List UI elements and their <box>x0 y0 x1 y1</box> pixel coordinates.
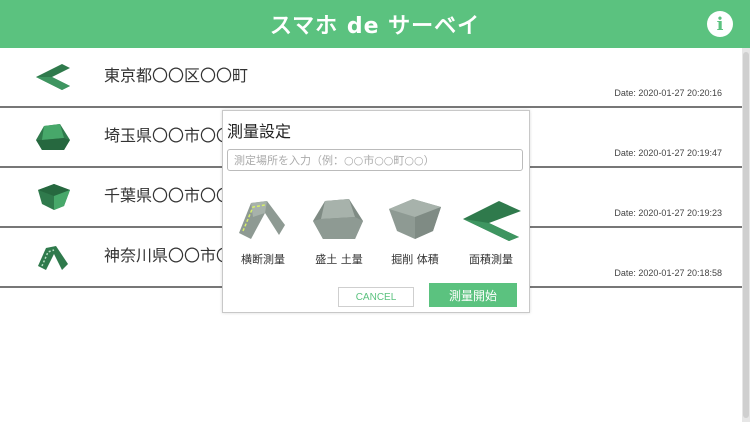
area-survey-icon <box>36 64 70 90</box>
app-title: スマホ de サーベイ <box>269 14 481 39</box>
start-survey-button[interactable]: 測量開始 <box>429 283 517 307</box>
option-label: 横断測量 <box>241 253 285 266</box>
option-area-survey[interactable]: 面積測量 <box>455 195 527 275</box>
scrollbar-thumb[interactable] <box>743 52 749 418</box>
scrollbar[interactable] <box>742 48 750 422</box>
cross-section-icon <box>38 246 68 270</box>
info-icon-glyph: i <box>716 13 724 35</box>
embankment-icon <box>36 124 70 150</box>
dialog-title: 測量設定 <box>227 122 292 141</box>
option-label: 掘削 体積 <box>391 253 439 266</box>
info-icon[interactable]: i <box>707 11 733 37</box>
survey-date: Date: 2020-01-27 20:18:58 <box>614 268 722 278</box>
embankment-icon <box>313 199 363 239</box>
survey-date: Date: 2020-01-27 20:19:23 <box>614 208 722 218</box>
list-item[interactable]: 東京都〇〇区〇〇町 Date: 2020-01-27 20:20:16 <box>0 48 742 108</box>
location-input[interactable] <box>227 149 523 171</box>
excavation-icon <box>38 184 70 210</box>
option-label: 盛土 土量 <box>315 253 363 266</box>
cross-section-icon <box>239 201 285 239</box>
option-excavation[interactable]: 掘削 体積 <box>379 195 451 275</box>
app-header: スマホ de サーベイ i <box>0 0 750 48</box>
excavation-icon <box>389 199 441 239</box>
survey-title: 東京都〇〇区〇〇町 <box>104 66 249 85</box>
cancel-button[interactable]: CANCEL <box>338 287 414 307</box>
option-cross-section[interactable]: 横断測量 <box>227 195 299 275</box>
survey-date: Date: 2020-01-27 20:20:16 <box>614 88 722 98</box>
survey-settings-dialog: 測量設定 横断測量 盛土 土量 掘削 体積 面積測量 CANCEL <box>222 110 530 313</box>
option-embankment[interactable]: 盛土 土量 <box>303 195 375 275</box>
option-label: 面積測量 <box>469 253 513 266</box>
survey-date: Date: 2020-01-27 20:19:47 <box>614 148 722 158</box>
area-survey-icon <box>463 201 521 241</box>
